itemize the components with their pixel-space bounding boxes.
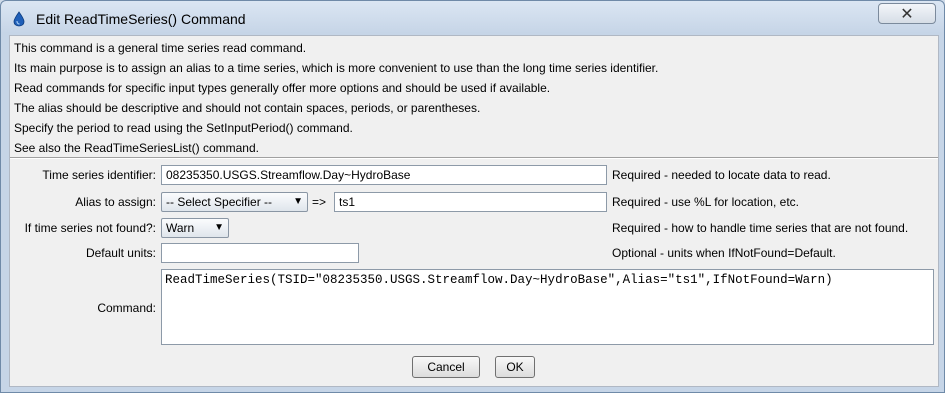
description-line: See also the ReadTimeSeriesList() comman… [14,141,259,155]
description-block: This command is a general time series re… [14,39,658,159]
close-button[interactable]: ✕ [878,3,936,24]
ok-button[interactable]: OK [495,356,535,378]
default-units-input[interactable] [161,243,359,263]
alias-operator: => [312,195,327,209]
default-units-note: Optional - units when IfNotFound=Default… [612,246,836,260]
command-textarea[interactable]: ReadTimeSeries(TSID="08235350.USGS.Strea… [161,269,934,345]
dialog-content: This command is a general time series re… [9,35,939,387]
chevron-down-icon: ▼ [293,196,303,207]
chevron-down-icon: ▼ [214,222,224,233]
title-bar[interactable]: Edit ReadTimeSeries() Command ✕ [1,1,944,35]
description-line: Read commands for specific input types g… [14,81,551,95]
description-line: Specify the period to read using the Set… [14,121,353,135]
if-not-found-value: Warn [166,221,195,235]
description-line: Its main purpose is to assign an alias t… [14,61,659,75]
alias-specifier-select[interactable]: -- Select Specifier -- ▼ [161,192,308,212]
description-line: The alias should be descriptive and shou… [14,101,481,115]
command-label: Command: [97,301,156,315]
alias-specifier-value: -- Select Specifier -- [166,195,273,209]
water-drop-icon [13,11,25,27]
tsid-label: Time series identifier: [42,168,156,182]
tsid-note: Required - needed to locate data to read… [612,168,831,182]
window-title: Edit ReadTimeSeries() Command [36,11,246,27]
if-not-found-note: Required - how to handle time series tha… [612,221,909,235]
description-line: This command is a general time series re… [14,41,307,55]
default-units-label: Default units: [85,246,156,260]
if-not-found-select[interactable]: Warn ▼ [161,218,229,238]
alias-input[interactable]: ts1 [334,192,607,212]
dialog-window: Edit ReadTimeSeries() Command ✕ This com… [0,0,945,393]
cancel-button[interactable]: Cancel [412,356,480,378]
alias-label: Alias to assign: [75,195,156,209]
tsid-input[interactable]: 08235350.USGS.Streamflow.Day~HydroBase [161,165,607,185]
alias-note: Required - use %L for location, etc. [612,195,799,209]
if-not-found-label: If time series not found?: [24,221,156,235]
close-icon: ✕ [900,5,914,23]
separator [10,157,938,159]
